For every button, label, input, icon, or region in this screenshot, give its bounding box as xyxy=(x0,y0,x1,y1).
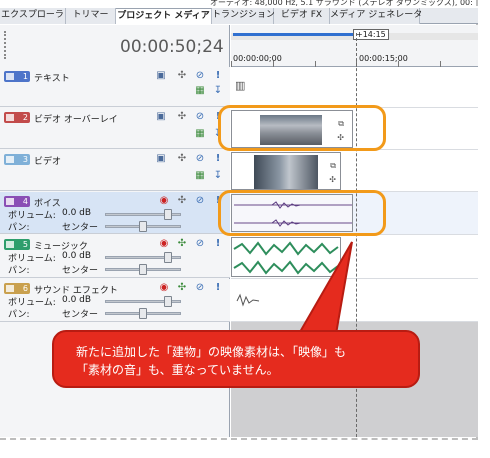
track-video-overlay[interactable]: 2 ビデオ オーバーレイ ▣ ✣ ⊘ ! ▦ ↧ xyxy=(0,108,230,149)
music-waveform xyxy=(233,241,339,275)
callout-line-2: 「素材の音」も、重なっていません。 xyxy=(76,363,279,377)
pan-slider-knob[interactable] xyxy=(139,264,147,275)
loop-length-marker: +14:15 xyxy=(353,29,389,40)
timecode-display: 00:00:50;24 xyxy=(120,37,224,57)
record-arm-icon[interactable]: ◉ xyxy=(158,238,170,250)
lane-sound-effects[interactable] xyxy=(231,279,478,322)
audio-info: オーディオ: 48,000 Hz, 5.1 サラウンド (ステレオ ダウンミック… xyxy=(210,0,473,7)
mute-icon[interactable]: ⊘ xyxy=(194,70,206,82)
track-number-badge: 6 xyxy=(4,283,30,294)
tab-project-media[interactable]: プロジェクト メディア xyxy=(116,8,212,24)
volume-slider-knob[interactable] xyxy=(164,252,173,263)
tab-transitions[interactable]: トランジション xyxy=(212,8,275,24)
mute-icon[interactable]: ⊘ xyxy=(194,238,206,250)
solo-icon[interactable]: ! xyxy=(212,70,224,82)
pan-value: センター xyxy=(62,266,99,276)
video-clip[interactable]: ⧉ ✣ xyxy=(231,152,341,190)
volume-slider[interactable] xyxy=(105,296,181,307)
volume-slider-knob[interactable] xyxy=(164,209,173,220)
volume-slider-knob[interactable] xyxy=(164,296,173,307)
event-fx-icon[interactable]: ✣ xyxy=(329,175,336,184)
volume-slider[interactable] xyxy=(105,252,181,263)
editor-window: オーディオ: 48,000 Hz, 5.1 サラウンド (ステレオ ダウンミック… xyxy=(0,0,478,440)
volume-value: 0.0 dB xyxy=(62,208,92,218)
tab-video-fx[interactable]: ビデオ FX xyxy=(274,8,330,24)
solo-icon[interactable]: ! xyxy=(212,238,224,250)
track-fx-icon[interactable]: ✣ xyxy=(176,282,188,294)
tab-media-generators[interactable]: メディア ジェネレータ xyxy=(330,8,422,24)
track-voice[interactable]: 4 ボイス ◉ ✣ ⊘ ! ボリューム: 0.0 dB パン: センター xyxy=(0,192,230,234)
track-number-badge: 4 xyxy=(4,196,30,207)
tab-explorer[interactable]: エクスプローラ xyxy=(0,8,66,24)
track-fx-icon[interactable]: ✣ xyxy=(176,238,188,250)
track-fx-icon[interactable]: ✣ xyxy=(176,195,188,207)
composite-mode-icon[interactable]: ▣ xyxy=(155,70,167,82)
track-number-badge: 1 xyxy=(4,71,30,82)
volume-value: 0.0 dB xyxy=(62,251,92,261)
composite-mode-icon[interactable]: ▣ xyxy=(155,153,167,165)
composite-mode-icon[interactable]: ▣ xyxy=(155,111,167,123)
lane-video[interactable]: ⧉ ✣ xyxy=(231,150,478,192)
track-fx-icon[interactable]: ▦ xyxy=(194,170,206,182)
pan-row: パン: センター xyxy=(8,220,98,233)
solo-icon[interactable]: ! xyxy=(212,282,224,294)
track-number-badge: 3 xyxy=(4,154,30,165)
sfx-waveform xyxy=(236,293,260,307)
window-tab-strip: エクスプローラ トリマー プロジェクト メディア トランジション ビデオ FX … xyxy=(0,8,478,24)
track-number-badge: 2 xyxy=(4,112,30,123)
lane-music[interactable] xyxy=(231,235,478,279)
track-fx-icon[interactable]: ▦ xyxy=(194,128,206,140)
solo-icon[interactable]: ! xyxy=(212,153,224,165)
pan-slider-knob[interactable] xyxy=(139,308,147,319)
track-name[interactable]: ビデオ xyxy=(34,154,61,167)
time-ruler[interactable]: +14:15 00:00:00;00 00:00:15;00 xyxy=(231,25,478,67)
pan-slider-knob[interactable] xyxy=(139,221,147,232)
loop-region[interactable] xyxy=(233,33,353,36)
panel-grip[interactable] xyxy=(4,31,8,59)
pan-slider[interactable] xyxy=(105,308,181,319)
track-motion-icon[interactable]: ✣ xyxy=(176,111,188,123)
mute-icon[interactable]: ⊘ xyxy=(194,195,206,207)
record-arm-icon[interactable]: ◉ xyxy=(158,195,170,207)
track-name[interactable]: テキスト xyxy=(34,71,70,84)
track-music[interactable]: 5 ミュージック ◉ ✣ ⊘ ! ボリューム: 0.0 dB パン: センター xyxy=(0,235,230,278)
event-pan-crop-icon[interactable]: ⧉ xyxy=(330,161,336,171)
pan-row: パン: センター xyxy=(8,263,98,276)
highlight-video-clip xyxy=(218,105,386,151)
lane-text[interactable]: ▥ xyxy=(231,67,478,108)
parent-track-icon[interactable]: ↧ xyxy=(212,170,224,182)
track-video[interactable]: 3 ビデオ ▣ ✣ ⊘ ! ▦ ↧ xyxy=(0,150,230,191)
track-sound-effects[interactable]: 6 サウンド エフェクト ◉ ✣ ⊘ ! ボリューム: 0.0 dB パン: セ… xyxy=(0,279,230,322)
mute-icon[interactable]: ⊘ xyxy=(194,153,206,165)
track-text[interactable]: 1 テキスト ▣ ✣ ⊘ ! ▦ ↧ xyxy=(0,67,230,107)
parent-track-icon[interactable]: ↧ xyxy=(212,85,224,97)
music-clip[interactable] xyxy=(231,237,341,277)
volume-slider[interactable] xyxy=(105,209,181,220)
pan-label: パン: xyxy=(8,310,30,320)
mute-icon[interactable]: ⊘ xyxy=(194,111,206,123)
mute-icon[interactable]: ⊘ xyxy=(194,282,206,294)
pan-value: センター xyxy=(62,310,99,320)
pan-slider[interactable] xyxy=(105,264,181,275)
record-arm-icon[interactable]: ◉ xyxy=(158,282,170,294)
track-fx-icon[interactable]: ▦ xyxy=(194,85,206,97)
ruler-timecode-start: 00:00:00;00 xyxy=(233,54,282,63)
track-motion-icon[interactable]: ✣ xyxy=(176,153,188,165)
pan-slider[interactable] xyxy=(105,221,181,232)
text-event-icon[interactable]: ▥ xyxy=(235,79,245,92)
highlight-audio-clip xyxy=(218,190,386,236)
ruler-timecode-mid: 00:00:15;00 xyxy=(359,54,408,63)
pan-label: パン: xyxy=(8,266,30,276)
pan-value: センター xyxy=(62,223,99,233)
track-name[interactable]: ビデオ オーバーレイ xyxy=(34,112,118,125)
track-motion-icon[interactable]: ✣ xyxy=(176,70,188,82)
tab-trimmer[interactable]: トリマー xyxy=(66,8,116,24)
pan-row: パン: センター xyxy=(8,307,98,320)
annotation-callout: 新たに追加した「建物」の映像素材は、「映像」も 「素材の音」も、重なっていません… xyxy=(52,330,420,388)
volume-value: 0.0 dB xyxy=(62,295,92,305)
pan-label: パン: xyxy=(8,223,30,233)
clip-thumbnail xyxy=(254,155,318,189)
callout-line-1: 新たに追加した「建物」の映像素材は、「映像」も xyxy=(76,345,347,359)
track-number-badge: 5 xyxy=(4,239,30,250)
